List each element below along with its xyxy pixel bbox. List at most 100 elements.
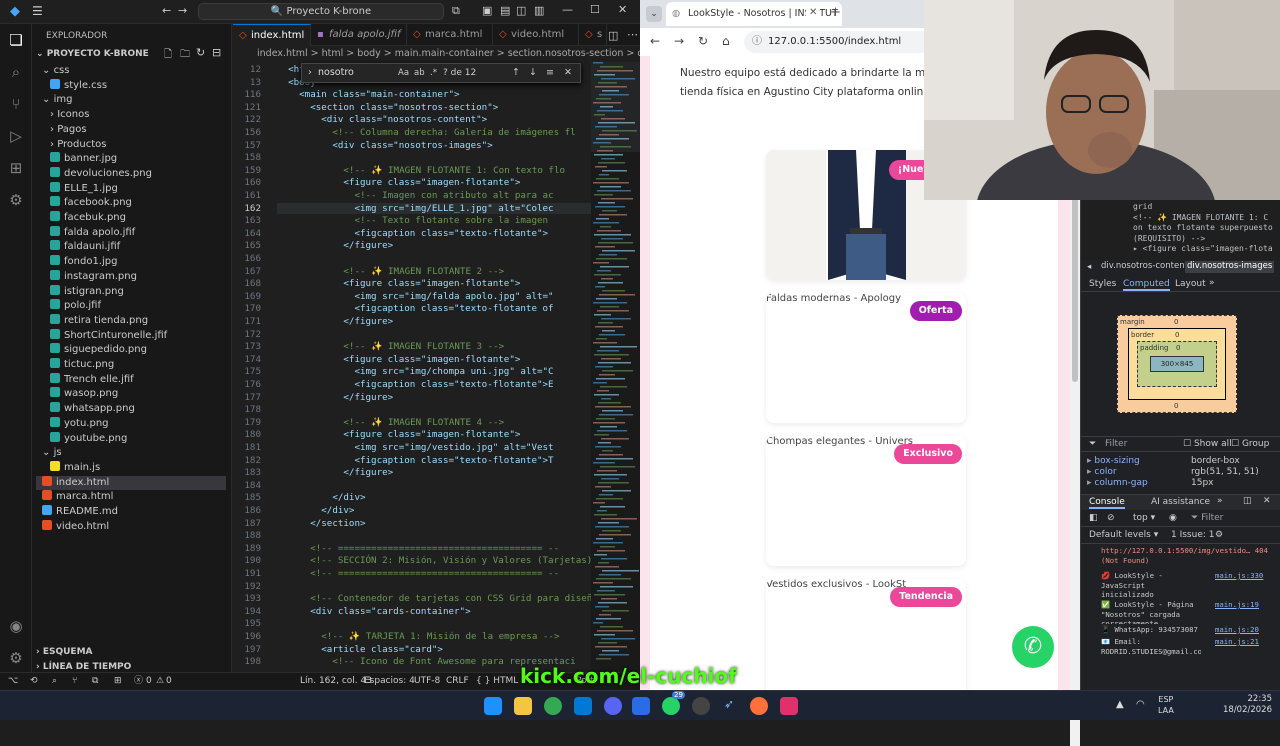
source-control-icon[interactable]: ⑂ bbox=[6, 94, 26, 114]
clock[interactable]: 22:35 18/02/2026 bbox=[1212, 694, 1272, 716]
scroll-left-icon[interactable]: ◂ bbox=[1087, 262, 1091, 272]
more-tabs-icon[interactable]: » bbox=[1209, 278, 1215, 288]
tab-falda-apolo[interactable]: ▪ falda apolo.jfif bbox=[311, 24, 407, 46]
warning-icon[interactable]: ⚠ bbox=[156, 673, 164, 690]
explorer-item[interactable]: faldauni.jfif bbox=[50, 240, 120, 254]
sync-icon[interactable]: ⟲ bbox=[30, 673, 38, 690]
tab-video-html[interactable]: ◇ video.html bbox=[493, 24, 579, 46]
discord-icon[interactable] bbox=[604, 697, 622, 715]
dock-icon[interactable]: ◫ bbox=[1243, 496, 1252, 506]
search-status-icon[interactable]: ⌕ bbox=[52, 673, 57, 690]
explorer-item[interactable]: › Productos bbox=[50, 138, 106, 152]
ports-icon[interactable]: ⧉ bbox=[92, 673, 98, 690]
new-file-icon[interactable]: 🗋 bbox=[164, 47, 172, 64]
context-selector[interactable]: top ▾ bbox=[1133, 513, 1155, 523]
explorer-item[interactable]: index.html bbox=[36, 475, 226, 490]
crumb-nosotros-content[interactable]: div.nosotros-content bbox=[1101, 261, 1188, 273]
tab-search-icon[interactable]: ⌄ bbox=[646, 6, 662, 22]
dom-node-line[interactable]: <!-- ✨ IMAGEN FLOTANTE 1: C bbox=[1133, 213, 1280, 224]
explorer-item[interactable]: ELLE_1.jpg bbox=[50, 181, 118, 196]
input-language[interactable]: ESP LAA bbox=[1158, 694, 1174, 716]
explorer-item[interactable]: whatsapp.png bbox=[50, 402, 135, 416]
sidebar-toggle-icon[interactable]: ◧ bbox=[1089, 513, 1098, 523]
tiktok-icon[interactable] bbox=[780, 697, 798, 715]
explorer-item[interactable]: falda apolo.jfif bbox=[50, 225, 135, 240]
tab-styles[interactable]: Styles bbox=[1089, 279, 1116, 289]
home-icon[interactable]: ⌂ bbox=[722, 34, 730, 48]
reload-icon[interactable]: ↻ bbox=[698, 34, 708, 48]
console-filter-input[interactable]: ⏷ Filter bbox=[1191, 513, 1223, 523]
extensions-status-icon[interactable]: ⊞ bbox=[114, 673, 122, 690]
indentation[interactable]: Espacios: 4 bbox=[364, 673, 415, 690]
vscode-taskbar-icon[interactable] bbox=[574, 697, 592, 715]
layout-panel-icon[interactable]: ▤ bbox=[500, 4, 510, 17]
run-debug-icon[interactable]: ▷ bbox=[6, 126, 26, 146]
command-center-search[interactable]: 🔍 Proyecto K-brone bbox=[198, 3, 444, 20]
layout-secondary-icon[interactable]: ◫ bbox=[516, 4, 526, 17]
explorer-item[interactable]: ⌄ css bbox=[42, 64, 69, 78]
breadcrumb[interactable]: index.html > html > body > main.main-con… bbox=[233, 46, 640, 62]
find-input[interactable]: nosotro bbox=[318, 64, 354, 82]
back-arrow-icon[interactable]: ← bbox=[162, 4, 171, 17]
app-icon[interactable] bbox=[632, 697, 650, 715]
site-info-icon[interactable]: ⓘ bbox=[752, 31, 762, 53]
explorer-item[interactable]: wasop.png bbox=[50, 387, 118, 401]
explorer-item[interactable]: › Pagos bbox=[50, 123, 87, 137]
live-expression-icon[interactable]: ◉ bbox=[1169, 513, 1177, 523]
explorer-item[interactable]: video.html bbox=[42, 519, 109, 534]
forward-icon[interactable]: → bbox=[674, 34, 684, 48]
computed-property[interactable]: ▸ box-sizing border-box bbox=[1087, 456, 1277, 466]
explorer-item[interactable]: › Iconos bbox=[50, 108, 89, 122]
dom-node-line[interactable]: ▸ <figure class="imagen-flota bbox=[1133, 244, 1280, 255]
refresh-icon[interactable]: ↻ bbox=[196, 46, 205, 59]
split-editor-icon[interactable]: ◫ bbox=[608, 29, 618, 42]
tab-overflow[interactable]: ◇ s bbox=[579, 24, 607, 46]
search-icon[interactable]: ⌕ bbox=[6, 62, 26, 82]
crumb-nosotros-images[interactable]: div.nosotros-images bbox=[1185, 261, 1275, 273]
explorer-item[interactable]: yotu.png bbox=[50, 416, 109, 431]
tab-console[interactable]: Console bbox=[1089, 497, 1125, 509]
minimap[interactable] bbox=[591, 62, 640, 676]
line-endings[interactable]: CRLF bbox=[446, 673, 469, 690]
minimize-icon[interactable]: — bbox=[562, 3, 573, 16]
explorer-item[interactable]: banner.jpg bbox=[50, 152, 117, 166]
elements-tree[interactable]: grid <!-- ✨ IMAGEN FLOTANTE 1: Con texto … bbox=[1081, 200, 1280, 260]
explorer-item[interactable]: main.js bbox=[50, 460, 100, 475]
account-icon[interactable]: ◉ bbox=[6, 616, 26, 636]
explorer-item[interactable]: retira tienda.png bbox=[50, 313, 148, 328]
wifi-icon[interactable]: ◠ bbox=[1136, 699, 1145, 710]
dom-node-line[interactable]: (REQUISITO) --> bbox=[1133, 234, 1280, 245]
explorer-item[interactable]: istigran.png bbox=[50, 284, 124, 299]
collapse-all-icon[interactable]: ⊟ bbox=[212, 46, 221, 59]
explorer-item[interactable]: marca.html bbox=[42, 490, 113, 504]
python-icon[interactable]: ⚙ bbox=[6, 190, 26, 210]
explorer-icon[interactable]: ❏ bbox=[6, 30, 26, 50]
previous-match-icon[interactable]: ↑ bbox=[512, 64, 520, 82]
whatsapp-taskbar-icon[interactable] bbox=[662, 697, 680, 715]
outline-section[interactable]: › ESQUEMA bbox=[36, 645, 93, 659]
page-scrollbar[interactable] bbox=[1070, 112, 1080, 746]
error-icon[interactable]: ⓧ bbox=[134, 673, 143, 690]
branch-icon[interactable]: ⑂ bbox=[72, 673, 77, 690]
new-folder-icon[interactable]: 🗀 bbox=[180, 47, 190, 64]
code-editor[interactable]: 12 <html 13 <body 116 <main class="main-co… bbox=[233, 62, 593, 676]
explorer-item[interactable]: README.md bbox=[42, 505, 118, 519]
project-root[interactable]: ⌄ PROYECTO K-BRONE bbox=[36, 47, 149, 61]
group-checkbox[interactable]: ☐ Group bbox=[1231, 439, 1269, 449]
explorer-item[interactable]: devoluciones.png bbox=[50, 166, 152, 181]
explorer-item[interactable]: polo.jfif bbox=[50, 299, 101, 313]
layout-sidebar-icon[interactable]: ▣ bbox=[482, 4, 492, 17]
more-drawer-icon[interactable]: » bbox=[1217, 496, 1223, 506]
gallery-card[interactable]: Chompas elegantes - Univers Exclusivo bbox=[766, 436, 966, 566]
close-tab-icon[interactable]: ✕ bbox=[806, 7, 821, 18]
dom-node-line[interactable]: on texto flotante superpuesto bbox=[1133, 223, 1280, 234]
explorer-item[interactable]: ⌄ js bbox=[42, 446, 62, 460]
clear-console-icon[interactable]: ⊘ bbox=[1107, 513, 1115, 523]
tab-layout[interactable]: Layout bbox=[1175, 279, 1206, 289]
computed-property[interactable]: ▸ column-gap 15px bbox=[1087, 478, 1277, 488]
forward-arrow-icon[interactable]: → bbox=[178, 4, 187, 17]
console-settings-icon[interactable]: ⚙ bbox=[1215, 530, 1223, 540]
menu-icon[interactable]: ☰ bbox=[32, 4, 43, 18]
explorer-item[interactable]: instagram.png bbox=[50, 269, 137, 284]
copilot-icon[interactable]: ⧉ bbox=[452, 4, 460, 18]
